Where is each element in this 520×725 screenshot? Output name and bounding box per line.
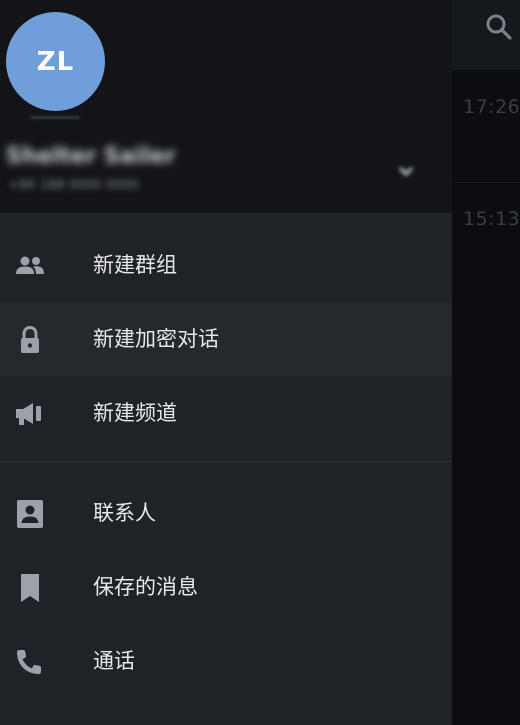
menu-item-contacts[interactable]: 联系人: [0, 476, 452, 550]
user-phone: +86 188 0000 0000: [8, 178, 139, 193]
menu-item-new-group[interactable]: 新建群组: [0, 228, 452, 302]
menu-divider: [0, 461, 452, 462]
menu-item-calls[interactable]: 通话: [0, 624, 452, 698]
phone-icon: [17, 650, 41, 674]
menu-item-label: 联系人: [93, 501, 156, 525]
bookmark-icon: [21, 574, 39, 602]
chat-divider: [452, 182, 520, 183]
search-icon[interactable]: [484, 12, 514, 42]
menu-item-saved-messages[interactable]: 保存的消息: [0, 550, 452, 624]
contact-icon: [17, 500, 43, 528]
megaphone-icon: [16, 403, 41, 425]
avatar[interactable]: ZL: [6, 12, 105, 111]
menu-item-label: 通话: [93, 649, 135, 673]
menu-item-label: 新建群组: [93, 253, 177, 277]
menu-item-new-secret-chat[interactable]: 新建加密对话: [0, 302, 452, 376]
menu-item-new-channel[interactable]: 新建频道: [0, 376, 452, 450]
menu-item-label: 保存的消息: [93, 575, 198, 599]
navigation-drawer: ZL Shelter Sailer +86 188 0000 0000 新建群组…: [0, 0, 452, 725]
avatar-shadow: [30, 116, 80, 119]
menu-item-label: 新建频道: [93, 401, 177, 425]
chat-time: 15:13: [463, 208, 520, 230]
group-icon: [16, 256, 44, 274]
chevron-down-icon[interactable]: [395, 160, 417, 182]
user-name: Shelter Sailer: [6, 144, 176, 169]
menu-item-label: 新建加密对话: [93, 327, 219, 351]
drawer-header: ZL Shelter Sailer +86 188 0000 0000: [0, 0, 452, 213]
lock-icon: [21, 326, 39, 353]
avatar-initials: ZL: [36, 46, 75, 77]
chat-time: 17:26: [463, 96, 520, 118]
